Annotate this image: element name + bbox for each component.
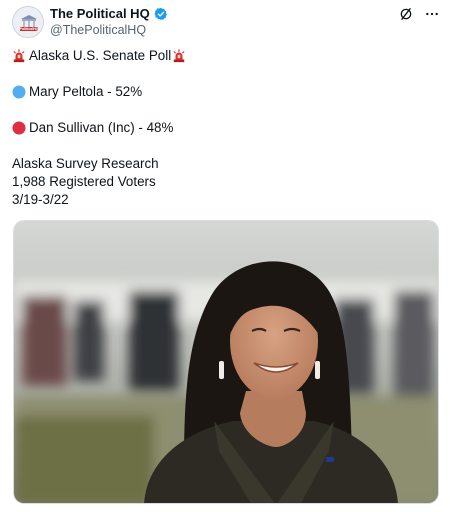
tweet: PoliticalHQ The Political HQ @ThePolitic… <box>0 0 452 512</box>
photo-image <box>14 221 438 503</box>
author-name-row: The Political HQ <box>50 6 168 21</box>
poll-title-line: Alaska U.S. Senate Poll <box>12 47 432 65</box>
red-circle-icon <box>12 121 26 135</box>
candidate-line: Mary Peltola - 52% <box>12 83 432 101</box>
poll-sample: 1,988 Registered Voters <box>12 174 156 189</box>
tweet-header-actions <box>398 6 440 22</box>
political-hq-logo-icon: PoliticalHQ <box>13 7 43 37</box>
poll-source: Alaska Survey Research <box>12 156 159 171</box>
author-avatar[interactable]: PoliticalHQ <box>12 6 44 38</box>
poll-dates: 3/19-3/22 <box>12 192 69 207</box>
grok-icon[interactable] <box>398 6 414 22</box>
avatar-label: PoliticalHQ <box>20 27 39 31</box>
blue-circle-icon <box>12 85 26 99</box>
tweet-photo[interactable] <box>13 220 439 504</box>
author-display-name[interactable]: The Political HQ <box>50 6 150 21</box>
siren-icon <box>172 49 186 63</box>
author-handle[interactable]: @ThePoliticalHQ <box>50 23 146 37</box>
candidate-line: Dan Sullivan (Inc) - 48% <box>12 119 432 137</box>
tweet-text: Alaska U.S. Senate Poll Mary Peltola - 5… <box>12 47 432 209</box>
more-icon[interactable] <box>424 6 440 22</box>
siren-icon <box>12 49 26 63</box>
verified-badge-icon <box>154 7 167 20</box>
poll-title: Alaska U.S. Senate Poll <box>29 48 172 63</box>
candidate-result: Mary Peltola - 52% <box>29 84 143 99</box>
candidate-result: Dan Sullivan (Inc) - 48% <box>29 120 174 135</box>
